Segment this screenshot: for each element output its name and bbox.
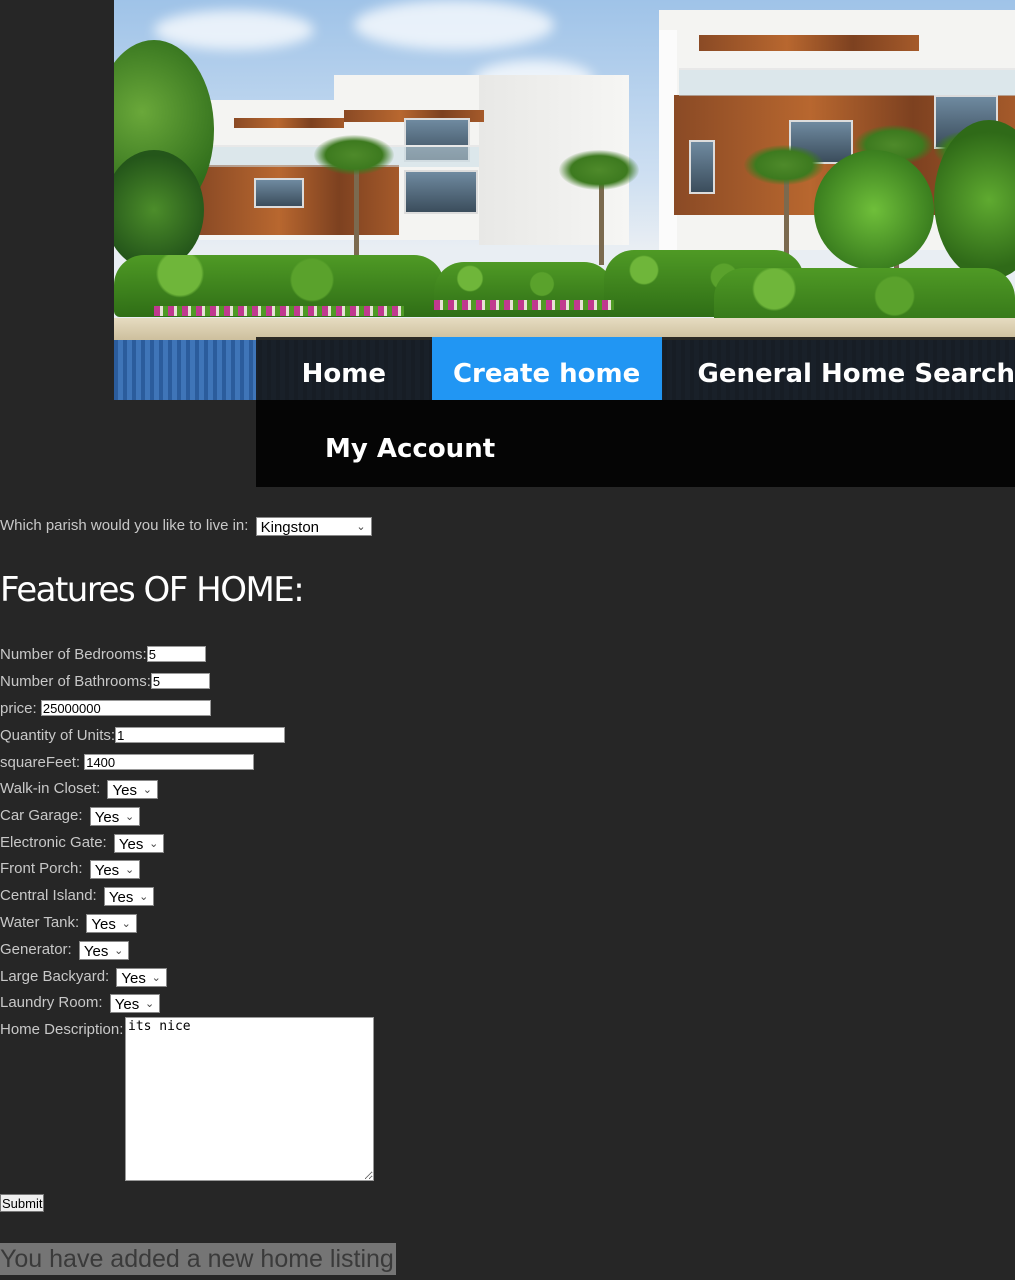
central-island-row: Central Island: Yes ⌄ xyxy=(0,887,155,906)
chevron-down-icon: ⌄ xyxy=(139,891,149,903)
walkin-closet-value: Yes xyxy=(112,782,137,799)
main-nav-row-2: My Account xyxy=(256,400,1015,487)
generator-select[interactable]: Yes ⌄ xyxy=(78,941,130,960)
chevron-down-icon: ⌄ xyxy=(151,972,161,984)
laundry-room-label: Laundry Room: xyxy=(0,994,103,1011)
water-tank-label: Water Tank: xyxy=(0,914,80,931)
bathrooms-label: Number of Bathrooms: xyxy=(0,673,151,690)
submit-button[interactable]: Submit xyxy=(0,1194,45,1212)
electronic-gate-value: Yes xyxy=(118,836,144,853)
car-garage-label: Car Garage: xyxy=(0,807,83,824)
chevron-down-icon: ⌄ xyxy=(124,864,135,876)
main-nav: Home Create home General Home Search xyxy=(256,337,1015,411)
large-backyard-row: Large Backyard: Yes ⌄ xyxy=(0,968,167,987)
water-tank-select[interactable]: Yes ⌄ xyxy=(86,914,137,933)
units-input[interactable] xyxy=(115,727,286,743)
chevron-down-icon: ⌄ xyxy=(142,784,152,796)
chevron-down-icon: ⌄ xyxy=(121,918,131,930)
description-row: Home Description: xyxy=(0,1021,123,1039)
bedrooms-row: Number of Bedrooms: xyxy=(0,646,206,664)
success-message: You have added a new home listing xyxy=(0,1243,396,1275)
car-garage-select[interactable]: Yes ⌄ xyxy=(89,807,141,826)
chevron-down-icon: ⌄ xyxy=(124,811,135,823)
parish-select-value: Kingston xyxy=(260,519,319,536)
large-backyard-label: Large Backyard: xyxy=(0,968,110,985)
car-garage-value: Yes xyxy=(94,809,120,826)
walkin-closet-select[interactable]: Yes ⌄ xyxy=(107,780,158,799)
electronic-gate-row: Electronic Gate: Yes ⌄ xyxy=(0,834,165,853)
front-porch-select[interactable]: Yes ⌄ xyxy=(89,860,141,879)
price-input[interactable] xyxy=(40,700,211,716)
walkin-closet-label: Walk-in Closet: xyxy=(0,780,101,797)
large-backyard-select[interactable]: Yes ⌄ xyxy=(116,968,167,987)
electronic-gate-label: Electronic Gate: xyxy=(0,834,107,851)
generator-label: Generator: xyxy=(0,941,72,958)
central-island-select[interactable]: Yes ⌄ xyxy=(103,887,155,906)
front-porch-row: Front Porch: Yes ⌄ xyxy=(0,860,141,879)
features-heading: Features OF HOME: xyxy=(0,570,305,610)
sqft-label: squareFeet: xyxy=(0,754,81,771)
chevron-down-icon: ⌄ xyxy=(149,838,159,850)
central-island-label: Central Island: xyxy=(0,887,97,904)
laundry-room-value: Yes xyxy=(114,996,140,1013)
front-porch-label: Front Porch: xyxy=(0,860,83,877)
laundry-room-row: Laundry Room: Yes ⌄ xyxy=(0,994,161,1013)
bathrooms-row: Number of Bathrooms: xyxy=(0,673,210,691)
generator-value: Yes xyxy=(83,943,109,960)
car-garage-row: Car Garage: Yes ⌄ xyxy=(0,807,141,826)
sqft-row: squareFeet: xyxy=(0,754,255,772)
units-label: Quantity of Units: xyxy=(0,727,116,744)
chevron-down-icon: ⌄ xyxy=(145,998,155,1010)
large-backyard-value: Yes xyxy=(121,970,146,987)
generator-row: Generator: Yes ⌄ xyxy=(0,941,130,960)
chevron-down-icon: ⌄ xyxy=(114,945,124,957)
water-tank-value: Yes xyxy=(91,916,116,933)
units-row: Quantity of Units: xyxy=(0,727,286,745)
walkin-closet-row: Walk-in Closet: Yes ⌄ xyxy=(0,780,158,799)
parish-label: Which parish would you like to live in: xyxy=(0,517,249,534)
price-label: price: xyxy=(0,700,37,717)
chevron-down-icon: ⌄ xyxy=(356,521,366,533)
electronic-gate-select[interactable]: Yes ⌄ xyxy=(113,834,165,853)
laundry-room-select[interactable]: Yes ⌄ xyxy=(109,994,161,1013)
central-island-value: Yes xyxy=(108,889,134,906)
front-porch-value: Yes xyxy=(94,862,120,879)
bedrooms-label: Number of Bedrooms: xyxy=(0,646,147,663)
price-row: price: xyxy=(0,700,211,718)
bedrooms-input[interactable] xyxy=(146,646,206,662)
nav-my-account[interactable]: My Account xyxy=(325,414,495,484)
parish-row: Which parish would you like to live in: … xyxy=(0,517,372,536)
sqft-input[interactable] xyxy=(84,754,255,770)
description-label: Home Description: xyxy=(0,1021,124,1038)
water-tank-row: Water Tank: Yes ⌄ xyxy=(0,914,137,933)
description-textarea[interactable]: its nice xyxy=(125,1017,374,1181)
parish-select[interactable]: Kingston ⌄ xyxy=(255,517,372,536)
bathrooms-input[interactable] xyxy=(150,673,210,689)
